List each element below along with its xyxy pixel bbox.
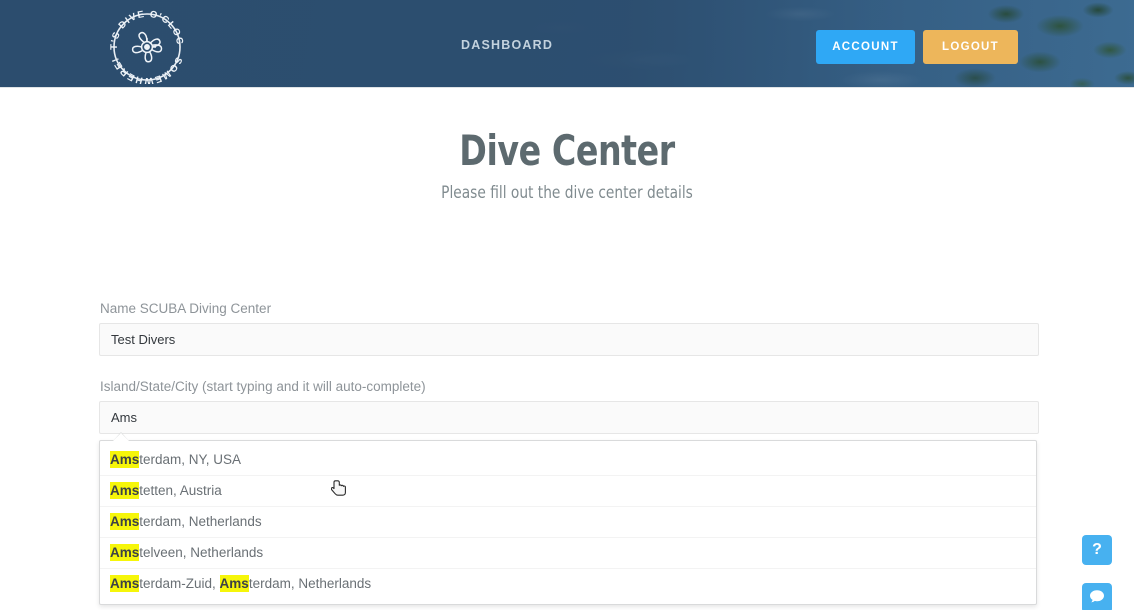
site-logo[interactable]: IT'S DIVE O'CLOCK SOMEWHERE! <box>105 6 189 84</box>
match-highlight: Ams <box>110 451 140 468</box>
match-highlight: Ams <box>110 544 140 561</box>
logout-button[interactable]: LOGOUT <box>923 30 1018 64</box>
item-rest: terdam, Netherlands <box>248 576 372 591</box>
page-subtitle: Please fill out the dive center details <box>441 183 693 203</box>
chat-bubble-icon <box>1089 589 1105 607</box>
autocomplete-item[interactable]: Amsterdam, Netherlands <box>100 507 1036 538</box>
header-content: IT'S DIVE O'CLOCK SOMEWHERE! <box>0 0 1134 87</box>
page-body: Dive Center Please fill out the dive cen… <box>0 88 1134 610</box>
help-button[interactable]: ? <box>1082 535 1112 565</box>
item-rest: telveen, Netherlands <box>139 545 264 560</box>
match-highlight: Ams <box>219 575 249 592</box>
page-title: Dive Center <box>459 126 675 175</box>
match-highlight: Ams <box>110 575 140 592</box>
account-button[interactable]: ACCOUNT <box>816 30 915 64</box>
item-rest: tetten, Austria <box>139 483 222 498</box>
item-rest: terdam-Zuid, <box>139 576 220 591</box>
site-header: IT'S DIVE O'CLOCK SOMEWHERE! <box>0 0 1134 88</box>
name-input[interactable] <box>99 323 1039 356</box>
autocomplete-item[interactable]: Amstetten, Austria <box>100 476 1036 507</box>
location-field-label: Island/State/City (start typing and it w… <box>100 379 426 394</box>
item-rest: terdam, Netherlands <box>139 514 262 529</box>
location-input[interactable] <box>99 401 1039 434</box>
dive-center-form: Name SCUBA Diving Center Island/State/Ci… <box>99 301 1039 605</box>
svg-text:IT'S DIVE O'CLOCK: IT'S DIVE O'CLOCK <box>105 6 185 50</box>
autocomplete-item[interactable]: Amsterdam, NY, USA <box>100 445 1036 476</box>
name-field-label: Name SCUBA Diving Center <box>100 301 272 316</box>
autocomplete-item[interactable]: Amstelveen, Netherlands <box>100 538 1036 569</box>
nav-link-dashboard[interactable]: DASHBOARD <box>461 38 553 52</box>
match-highlight: Ams <box>110 513 140 530</box>
autocomplete-item[interactable]: Amsterdam-Zuid, Amsterdam, Netherlands <box>100 569 1036 599</box>
chat-button[interactable] <box>1082 583 1112 610</box>
match-highlight: Ams <box>110 482 140 499</box>
autocomplete-dropdown: Amsterdam, NY, USA Amstetten, Austria Am… <box>99 432 1037 605</box>
item-rest: terdam, NY, USA <box>139 452 242 467</box>
svg-text:SOMEWHERE!: SOMEWHERE! <box>110 55 184 84</box>
